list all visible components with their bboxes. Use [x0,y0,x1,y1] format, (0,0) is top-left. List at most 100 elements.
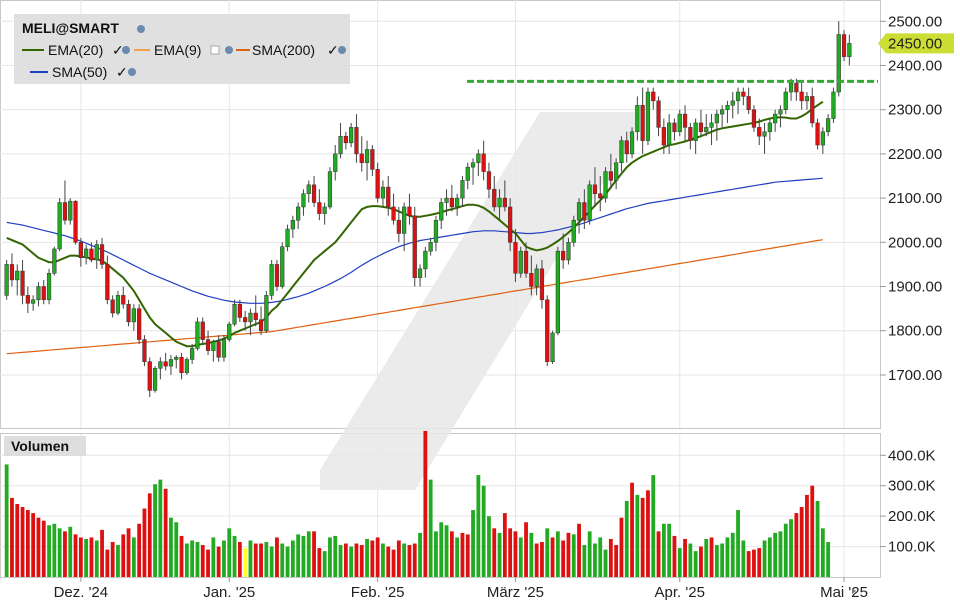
candle-body [539,268,545,301]
checkmark-icon[interactable]: ✓ [327,42,339,58]
volume-bar [820,528,825,577]
volume-bar [31,513,36,577]
candle [152,366,158,393]
volume-bar [460,532,465,577]
price-tick-label: 2300.00 [888,102,942,119]
volume-bar [41,520,46,577]
volume-bar [614,545,619,577]
volume-bar [725,537,730,577]
candle-body [407,206,412,217]
candle-body [274,264,280,287]
volume-bar [184,543,189,577]
candle-body [99,244,105,265]
volume-bar [608,538,613,577]
candle-body [561,250,566,261]
candle-body [396,219,401,234]
volume-tick-label: 300.0K [888,478,936,495]
candle-body [190,348,195,360]
volume-bar [84,538,89,577]
volume-bar [312,531,316,577]
settings-icon[interactable] [338,46,346,54]
volume-bar [709,537,714,577]
volume-bar [815,500,820,577]
volume-bar [158,479,163,577]
candle-body [126,303,131,323]
volume-bar [434,531,438,577]
candle [545,295,550,367]
settings-icon[interactable] [225,46,233,54]
candle [73,200,78,245]
volume-bar [15,503,20,577]
legend-settings-icon[interactable] [137,25,145,33]
candle-body [709,122,714,128]
volume-bar [243,548,248,577]
candle-body [767,122,772,133]
volume-bar [296,534,301,577]
candle-body [285,228,290,247]
candle-body [667,122,672,146]
volume-bar [248,540,253,577]
volume-bar [736,510,740,577]
checkbox-icon[interactable] [210,45,220,55]
volume-bar [359,545,364,577]
volume-bar [630,482,634,577]
candle-body [73,200,78,243]
candle [280,242,285,289]
candle-body [417,268,423,278]
candle-body [783,91,788,110]
candle-body [46,273,52,301]
candle-body [730,100,735,106]
volume-bar [465,534,470,577]
candle-body [481,153,486,172]
volume-bar [57,528,62,577]
candle-body [794,82,799,93]
candle-body [322,206,327,214]
candle-body [78,242,83,259]
candle-body [492,189,497,208]
volume-bar [253,543,258,577]
candle [227,321,232,342]
candle-body [15,270,20,281]
volume-bar [603,549,608,577]
candle-body [25,295,30,304]
checkmark-icon[interactable]: ✓ [112,42,124,58]
candle-body [523,250,529,274]
volume-axis: 100.0K 200.0K 300.0K 400.0K [880,447,936,556]
volume-bar [110,542,115,577]
volume-bar [667,523,672,577]
candle-body [163,361,168,367]
volume-bar [587,531,592,577]
candle-body [545,299,550,362]
candle [137,304,142,344]
volume-bar [646,490,650,577]
time-axis: Dez. '24 Jan. '25 Feb. '25 März '25 Apr. '25… [54,577,868,600]
checkmark-icon[interactable]: ✓ [116,64,128,80]
candle-body [89,248,94,261]
candle-body [68,200,73,221]
candle-body [720,109,725,115]
volume-bar [502,513,507,577]
candle [831,87,836,123]
candle-body [359,153,364,163]
candle-body [629,131,635,155]
candle-body [497,197,502,208]
legend-item-sma200[interactable]: SMA(200) ✓ [236,42,346,58]
price-tick-label: 2400.00 [888,57,942,74]
candle-body [168,359,174,367]
volume-bar [153,484,157,577]
volume-bar [757,548,762,577]
candle-body [195,321,200,349]
candle-body [714,113,719,124]
settings-icon[interactable] [122,46,130,54]
candle-body [179,357,184,373]
settings-icon[interactable] [128,68,136,76]
volume-bar [805,494,809,577]
volume-bar [683,538,687,577]
volume-bar [4,464,9,577]
volume-bar [407,545,412,577]
candle-body [158,361,163,369]
candle-body [751,109,757,128]
candle-body [847,43,852,57]
volume-bar [116,545,120,577]
volume-bar [36,517,41,577]
